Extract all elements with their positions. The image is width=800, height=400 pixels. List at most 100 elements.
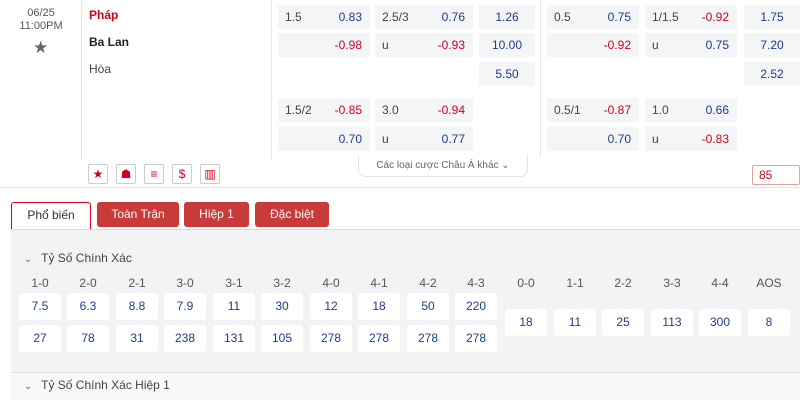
- ou-line: 1.0: [652, 103, 669, 117]
- score-odds[interactable]: 18: [358, 293, 400, 320]
- favorite-star-icon[interactable]: ★: [88, 164, 108, 184]
- correct-score-ht-header[interactable]: ⌄ Tỷ Số Chính Xác Hiệp 1: [24, 378, 170, 392]
- odds-ou-ht[interactable]: 1/1.5 -0.92: [645, 5, 737, 29]
- odds-handicap-ft[interactable]: -0.98: [278, 33, 370, 57]
- odds-handicap-ht-alt[interactable]: 0.5/1 -0.87: [547, 98, 639, 122]
- odds-handicap-ft-alt[interactable]: 1.5/2 -0.85: [278, 98, 370, 122]
- score-odds[interactable]: 12: [310, 293, 352, 320]
- chevron-down-icon: ⌄: [24, 381, 33, 392]
- score-odds[interactable]: 8.8: [116, 293, 158, 320]
- odds-ou-ft-alt[interactable]: 3.0 -0.94: [375, 98, 473, 122]
- score-odds-draw[interactable]: 300: [699, 309, 741, 336]
- score-odds[interactable]: 31: [116, 325, 158, 352]
- score-odds[interactable]: 220: [455, 293, 497, 320]
- score-header: 2-1: [128, 276, 146, 290]
- tab-special[interactable]: Đặc biệt: [255, 202, 329, 227]
- odds-handicap-ht[interactable]: 0.5 0.75: [547, 5, 639, 29]
- tab-full-match[interactable]: Toàn Trận: [97, 202, 179, 227]
- under-label: u: [382, 38, 389, 52]
- score-header: 4-3: [467, 276, 485, 290]
- score-odds-draw[interactable]: 25: [602, 309, 644, 336]
- handicap-odds: -0.98: [334, 38, 362, 52]
- odds-ou-ht-alt[interactable]: u -0.83: [645, 127, 737, 151]
- odds-1x2-ft[interactable]: 1.26: [479, 5, 535, 29]
- odds-ou-ft-alt[interactable]: u 0.77: [375, 127, 473, 151]
- score-header: 1-1: [566, 276, 584, 290]
- score-odds-draw[interactable]: 18: [505, 309, 547, 336]
- handicap-odds: 0.75: [607, 10, 631, 24]
- score-odds-draw[interactable]: 11: [554, 309, 596, 336]
- score-header: 3-3: [663, 276, 681, 290]
- favorite-star-icon[interactable]: ★: [33, 38, 48, 58]
- more-markets-count[interactable]: 85: [752, 165, 800, 185]
- odds-handicap-ht[interactable]: -0.92: [547, 33, 639, 57]
- more-asian-bets-toggle[interactable]: Các loại cược Châu Á khác ⌄: [358, 155, 528, 177]
- odds-ou-ft[interactable]: 2.5/3 0.76: [375, 5, 473, 29]
- score-odds[interactable]: 7.9: [164, 293, 206, 320]
- odds-ou-ft[interactable]: u -0.93: [375, 33, 473, 57]
- section-separator: [0, 187, 800, 188]
- score-odds[interactable]: 131: [213, 325, 255, 352]
- handicap-odds: -0.85: [334, 103, 362, 117]
- under-label: u: [652, 132, 659, 146]
- odds-handicap-ht-alt[interactable]: 0.70: [547, 127, 639, 151]
- odds-1x2-ft[interactable]: 10.00: [479, 33, 535, 57]
- tab-first-half[interactable]: Hiệp 1: [184, 202, 249, 227]
- ou-odds: -0.83: [701, 132, 729, 146]
- ou-line: 2.5/3: [382, 10, 409, 24]
- ou-odds: -0.92: [701, 10, 729, 24]
- score-header: 4-0: [322, 276, 340, 290]
- chart-icon[interactable]: ▥: [200, 164, 220, 184]
- match-date-column: 06/25 11:00PM ★: [0, 0, 82, 160]
- away-team[interactable]: Ba Lan: [89, 35, 129, 49]
- score-odds[interactable]: 27: [19, 325, 61, 352]
- score-odds[interactable]: 105: [261, 325, 303, 352]
- teams-column: Pháp Ba Lan Hòa: [82, 0, 272, 160]
- correct-score-title: Tỷ Số Chính Xác: [41, 251, 132, 265]
- dollar-icon[interactable]: $: [172, 164, 192, 184]
- ou-odds: -0.94: [437, 103, 465, 117]
- home-team[interactable]: Pháp: [89, 8, 118, 22]
- ou-odds: 0.66: [705, 103, 729, 117]
- score-header: 3-0: [176, 276, 194, 290]
- list-icon[interactable]: ≡: [144, 164, 164, 184]
- odds-group-divider: [540, 0, 541, 158]
- score-header: 1-0: [31, 276, 49, 290]
- score-odds[interactable]: 278: [358, 325, 400, 352]
- bell-icon[interactable]: ☗: [116, 164, 136, 184]
- score-odds[interactable]: 30: [261, 293, 303, 320]
- handicap-odds: 0.70: [607, 132, 631, 146]
- odds-1x2-ft-draw[interactable]: 5.50: [479, 62, 535, 86]
- handicap-line: 0.5: [554, 10, 571, 24]
- odds-ou-ht-alt[interactable]: 1.0 0.66: [645, 98, 737, 122]
- handicap-odds: -0.92: [603, 38, 631, 52]
- odds-handicap-ft-alt[interactable]: 0.70: [278, 127, 370, 151]
- score-odds[interactable]: 278: [310, 325, 352, 352]
- score-odds[interactable]: 278: [455, 325, 497, 352]
- handicap-line: 1.5: [285, 10, 302, 24]
- score-odds-draw[interactable]: 113: [651, 309, 693, 336]
- score-odds[interactable]: 11: [213, 293, 255, 320]
- score-header: 2-0: [79, 276, 97, 290]
- score-odds[interactable]: 6.3: [67, 293, 109, 320]
- score-odds[interactable]: 278: [407, 325, 449, 352]
- more-bets-label: Các loại cược Châu Á khác: [376, 160, 499, 171]
- tab-popular[interactable]: Phổ biến: [11, 202, 91, 229]
- correct-score-header[interactable]: ⌄ Tỷ Số Chính Xác: [24, 251, 132, 265]
- odds-ou-ht[interactable]: u 0.75: [645, 33, 737, 57]
- score-odds[interactable]: 78: [67, 325, 109, 352]
- score-odds[interactable]: 50: [407, 293, 449, 320]
- handicap-line: 1.5/2: [285, 103, 312, 117]
- score-header: 4-2: [419, 276, 437, 290]
- handicap-odds: -0.87: [603, 103, 631, 117]
- odds-handicap-ft[interactable]: 1.5 0.83: [278, 5, 370, 29]
- odds-1x2-ht-draw[interactable]: 2.52: [744, 62, 800, 86]
- score-odds-aos[interactable]: 8: [748, 309, 790, 336]
- draw-label: Hòa: [89, 62, 112, 76]
- odds-1x2-ht[interactable]: 7.20: [744, 33, 800, 57]
- score-odds[interactable]: 7.5: [19, 293, 61, 320]
- chevron-down-icon: ⌄: [501, 160, 510, 171]
- score-odds[interactable]: 238: [164, 325, 206, 352]
- under-label: u: [382, 132, 389, 146]
- odds-1x2-ht[interactable]: 1.75: [744, 5, 800, 29]
